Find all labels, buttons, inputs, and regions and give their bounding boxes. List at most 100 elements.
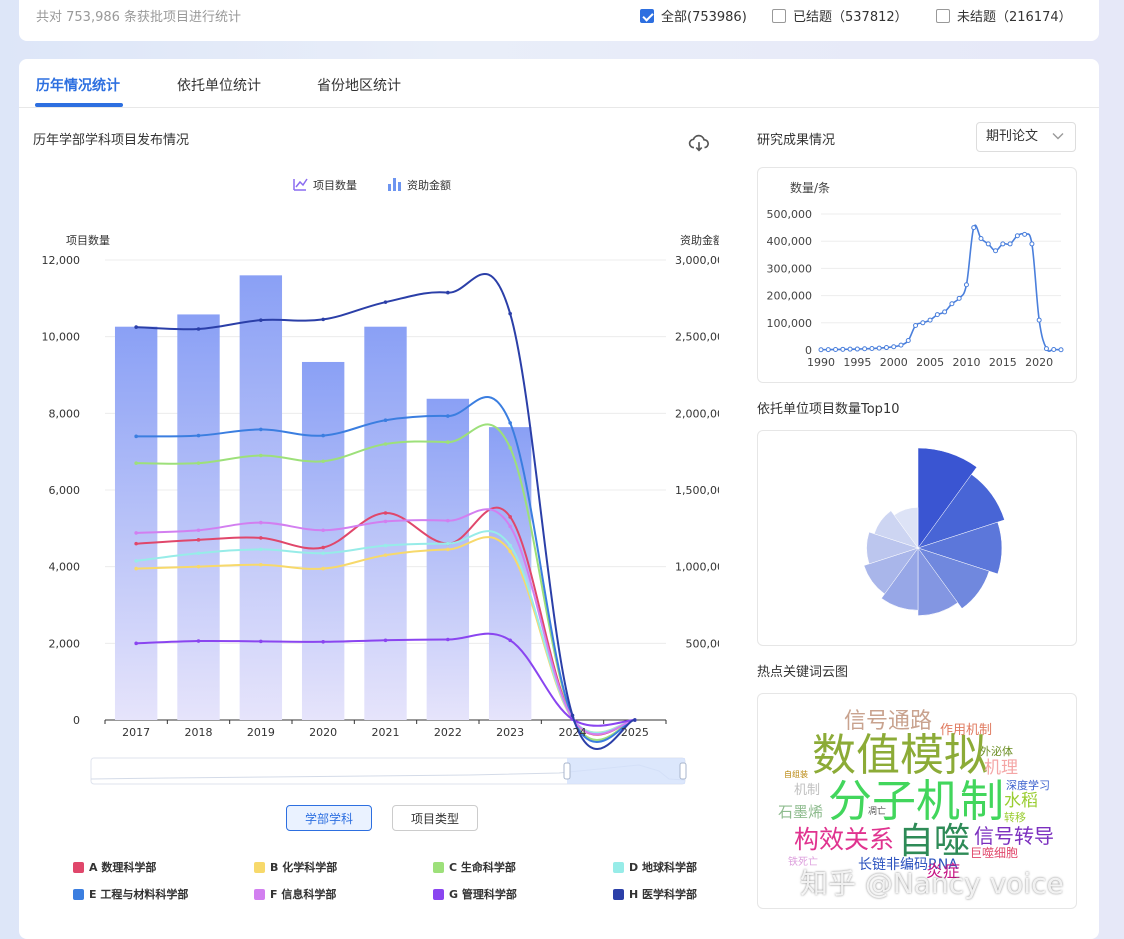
series-point[interactable]	[633, 718, 637, 722]
series-point[interactable]	[508, 311, 512, 316]
research-point[interactable]	[869, 346, 875, 352]
series-point[interactable]	[321, 317, 325, 322]
research-point[interactable]	[883, 345, 889, 351]
series-point[interactable]	[508, 524, 512, 529]
zoom-handle-left[interactable]	[563, 762, 571, 780]
research-point[interactable]	[833, 346, 839, 352]
research-point[interactable]	[1051, 346, 1057, 352]
series-point[interactable]	[259, 562, 263, 567]
series-point[interactable]	[134, 461, 138, 465]
series-point[interactable]	[446, 414, 450, 418]
series-point[interactable]	[196, 564, 201, 569]
research-point[interactable]	[825, 347, 831, 353]
research-point[interactable]	[1007, 241, 1013, 247]
funding-bar[interactable]	[488, 427, 532, 720]
research-point[interactable]	[1036, 317, 1042, 323]
research-point[interactable]	[942, 309, 948, 315]
funding-bar[interactable]	[426, 398, 470, 720]
filter-unfinished-checkbox[interactable]: 未结题（216174）	[936, 6, 1072, 25]
series-point[interactable]	[259, 639, 263, 644]
series-point[interactable]	[383, 638, 388, 643]
checkbox-unchecked-icon[interactable]	[772, 8, 786, 23]
series-point[interactable]	[196, 433, 201, 438]
research-point[interactable]	[1000, 241, 1006, 247]
wordcloud-word[interactable]: 外泌体	[980, 746, 1013, 757]
wordcloud-word[interactable]: 石墨烯	[778, 805, 823, 820]
series-legend-item[interactable]: H 医学科学部	[613, 886, 697, 902]
series-point[interactable]	[321, 459, 325, 464]
series-point[interactable]	[508, 446, 512, 450]
series-point[interactable]	[196, 528, 201, 533]
series-point[interactable]	[383, 442, 388, 446]
series-point[interactable]	[383, 553, 388, 557]
series-point[interactable]	[446, 637, 450, 642]
dept-discipline-button[interactable]: 学部学科	[286, 805, 372, 831]
series-point[interactable]	[508, 515, 512, 519]
wordcloud-word[interactable]: 构效关系	[794, 827, 894, 852]
series-legend-item[interactable]: C 生命科学部	[433, 859, 516, 875]
research-point[interactable]	[934, 312, 940, 318]
series-point[interactable]	[134, 559, 138, 563]
series-point[interactable]	[134, 541, 138, 546]
series-point[interactable]	[134, 641, 138, 646]
series-point[interactable]	[196, 551, 201, 556]
series-legend-item[interactable]: D 地球科学部	[613, 859, 697, 875]
research-point[interactable]	[963, 282, 969, 288]
series-point[interactable]	[508, 638, 512, 643]
series-point[interactable]	[383, 519, 388, 524]
wordcloud-word[interactable]: 数值模拟	[812, 734, 988, 778]
series-point[interactable]	[134, 325, 138, 329]
series-point[interactable]	[570, 713, 575, 718]
series-point[interactable]	[259, 536, 263, 540]
research-point[interactable]	[913, 323, 919, 329]
research-point[interactable]	[1043, 346, 1049, 352]
wordcloud-word[interactable]: 凋亡	[868, 808, 886, 817]
research-point[interactable]	[927, 317, 933, 323]
research-series-line[interactable]	[820, 224, 1062, 352]
filter-finished-checkbox[interactable]: 已结题（537812）	[772, 6, 908, 25]
wordcloud-word[interactable]: 信号转导	[974, 826, 1054, 846]
series-point[interactable]	[321, 433, 325, 438]
series-point[interactable]	[508, 421, 512, 425]
legend-amount-item[interactable]: 资助金额	[388, 178, 451, 192]
series-point[interactable]	[446, 290, 450, 295]
series-legend-item[interactable]: F 信息科学部	[254, 886, 336, 902]
research-point[interactable]	[978, 235, 984, 241]
wordcloud-word[interactable]: 机理	[984, 760, 1018, 777]
research-point[interactable]	[1029, 241, 1035, 247]
wordcloud-word[interactable]: 深度学习	[1006, 780, 1050, 791]
series-legend-item[interactable]: B 化学科学部	[254, 859, 337, 875]
series-point[interactable]	[508, 549, 512, 554]
research-point[interactable]	[920, 320, 926, 326]
series-point[interactable]	[321, 640, 325, 644]
series-legend-item[interactable]: A 数理科学部	[73, 859, 156, 875]
series-point[interactable]	[134, 566, 138, 571]
series-point[interactable]	[259, 318, 263, 322]
wordcloud-word[interactable]: 水稻	[1004, 793, 1038, 810]
series-legend-item[interactable]: G 管理科学部	[433, 886, 517, 902]
research-point[interactable]	[876, 345, 882, 351]
research-point[interactable]	[949, 301, 955, 307]
research-point[interactable]	[818, 347, 824, 353]
wordcloud-word[interactable]: 自噬	[898, 824, 970, 860]
research-point[interactable]	[1022, 231, 1028, 237]
wordcloud-word[interactable]: 机制	[794, 784, 820, 797]
research-point[interactable]	[854, 346, 860, 352]
legend-count-item[interactable]: 项目数量	[293, 178, 357, 192]
research-point[interactable]	[862, 346, 868, 352]
zoom-selection[interactable]	[567, 758, 685, 784]
series-point[interactable]	[321, 566, 325, 571]
series-point[interactable]	[196, 461, 201, 465]
result-type-select[interactable]: 期刊论文	[976, 122, 1076, 152]
research-point[interactable]	[840, 346, 846, 352]
funding-bar[interactable]	[177, 314, 220, 720]
funding-bar[interactable]	[239, 275, 283, 720]
funding-bar[interactable]	[114, 326, 158, 720]
series-point[interactable]	[321, 545, 325, 550]
series-point[interactable]	[383, 543, 388, 548]
research-point[interactable]	[985, 241, 991, 247]
series-point[interactable]	[383, 511, 388, 515]
research-point[interactable]	[956, 295, 962, 301]
checkbox-checked-icon[interactable]	[640, 8, 654, 23]
series-point[interactable]	[196, 538, 201, 542]
